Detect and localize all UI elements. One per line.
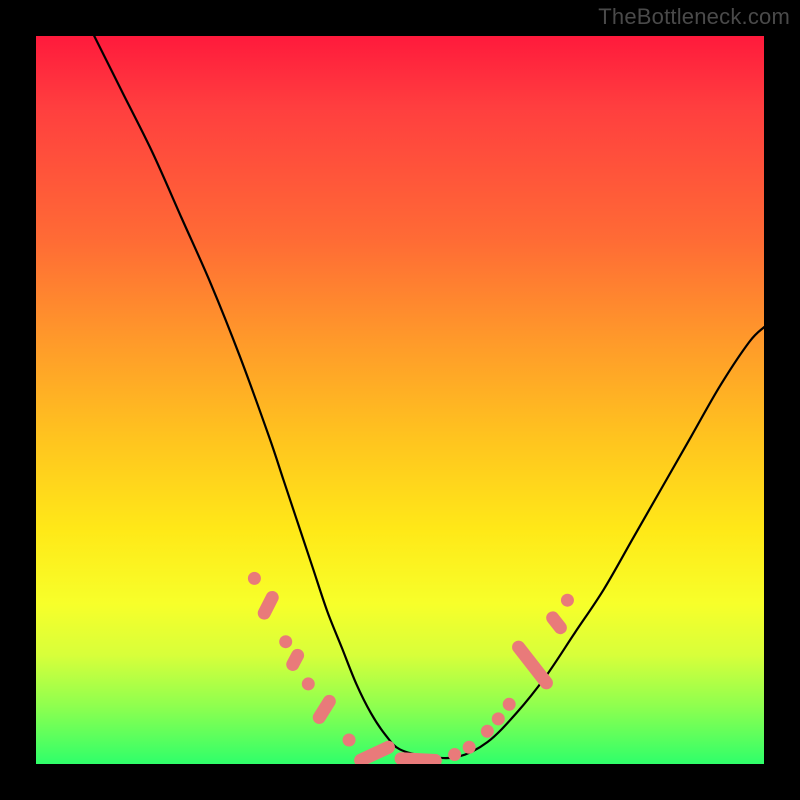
marker-dot bbox=[279, 635, 292, 648]
watermark-text: TheBottleneck.com bbox=[598, 4, 790, 30]
marker-pill bbox=[284, 647, 306, 674]
marker-dot bbox=[343, 733, 356, 746]
chart-svg bbox=[36, 36, 764, 764]
curve-line bbox=[94, 36, 764, 758]
marker-dot bbox=[302, 677, 315, 690]
marker-dot bbox=[481, 725, 494, 738]
marker-pill bbox=[310, 692, 338, 726]
marker-dot bbox=[492, 712, 505, 725]
outer-frame: TheBottleneck.com bbox=[0, 0, 800, 800]
marker-pill bbox=[544, 609, 570, 637]
marker-pill bbox=[352, 739, 397, 764]
marker-pill bbox=[509, 638, 555, 692]
marker-pill bbox=[394, 752, 442, 764]
marker-dot bbox=[561, 594, 574, 607]
marker-pill bbox=[255, 589, 280, 622]
marker-dot bbox=[248, 572, 261, 585]
plot-area bbox=[36, 36, 764, 764]
marker-dot bbox=[448, 748, 461, 761]
marker-dot bbox=[463, 741, 476, 754]
marker-dot bbox=[503, 698, 516, 711]
curve-markers bbox=[248, 572, 574, 764]
